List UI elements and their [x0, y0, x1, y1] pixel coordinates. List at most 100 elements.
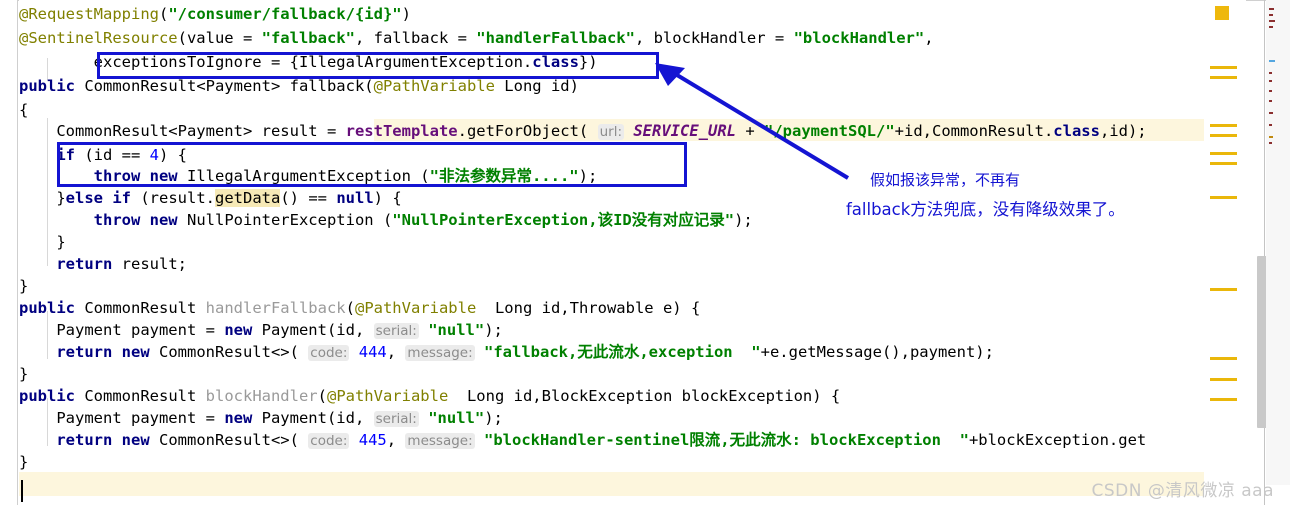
code-token: {	[19, 101, 29, 119]
code-token: +blockException.get	[968, 431, 1147, 449]
code-token: (	[158, 5, 169, 23]
code-token: result;	[112, 255, 187, 273]
code-line-8[interactable]: throw new IllegalArgumentException ("非法参…	[19, 164, 598, 188]
code-line-11[interactable]: }	[19, 230, 65, 254]
code-token: }	[19, 453, 29, 471]
code-token: if	[56, 146, 75, 164]
stripe-marker[interactable]	[1210, 378, 1237, 381]
code-line-4[interactable]: public CommonResult<Payment> fallback(@P…	[19, 74, 579, 98]
code-token: class	[532, 53, 579, 71]
code-line-14[interactable]: public CommonResult handlerFallback(@Pat…	[19, 296, 700, 320]
annotation-note-line-2: fallback方法兜底，没有降级效果了。	[846, 200, 1125, 219]
error-stripe-column[interactable]	[1204, 0, 1246, 505]
scrollbar-track[interactable]	[1264, 0, 1265, 505]
code-token: Long id,Throwable e) {	[476, 299, 701, 317]
stripe-marker[interactable]	[1210, 66, 1237, 69]
code-token: "null"	[428, 409, 485, 427]
code-token: throw new	[93, 167, 178, 185]
code-token: new	[224, 321, 253, 339]
code-token: ,	[386, 343, 406, 361]
code-token: return	[56, 255, 113, 273]
code-token: throw new	[93, 211, 178, 229]
code-token: CommonResult<Payment> fallback(	[75, 77, 374, 95]
code-line-20[interactable]: return new CommonResult<>( code: 445, me…	[19, 428, 1146, 452]
code-token: );	[578, 167, 598, 185]
code-line-16[interactable]: return new CommonResult<>( code: 444, me…	[19, 340, 994, 364]
code-token: IllegalArgumentException (	[177, 167, 430, 185]
code-line-3[interactable]: exceptionsToIgnore = {IllegalArgumentExc…	[19, 50, 598, 74]
code-token: code:	[308, 345, 350, 361]
code-token: "/consumer/fallback/{id}"	[168, 5, 402, 23]
code-line-12[interactable]: return result;	[19, 252, 187, 276]
code-token: Long id,BlockException blockException) {	[448, 387, 841, 405]
code-line-13[interactable]: }	[19, 274, 28, 298]
text-caret	[21, 480, 23, 502]
code-token: )	[401, 5, 411, 23]
code-token: ,id);	[1099, 122, 1147, 140]
code-token: +	[736, 122, 764, 140]
code-line-10[interactable]: throw new NullPointerException ("NullPoi…	[19, 208, 753, 232]
code-token: "NullPointerException,该ID没有对应记录"	[392, 211, 735, 229]
code-line-2[interactable]: @SentinelResource(value = "fallback", fa…	[19, 26, 934, 50]
code-token: null	[336, 189, 374, 207]
code-token: , blockHandler =	[634, 29, 794, 47]
code-token: );	[734, 211, 753, 229]
editor-gutter[interactable]	[0, 0, 18, 505]
code-token: 4	[149, 146, 159, 164]
code-token: , fallback =	[354, 29, 477, 47]
code-token: Payment(id,	[252, 321, 374, 339]
code-token: code:	[308, 433, 350, 449]
code-line-18[interactable]: public CommonResult blockHandler(@PathVa…	[19, 384, 840, 408]
code-editor[interactable]: @RequestMapping("/consumer/fallback/{id}…	[0, 0, 1290, 505]
stripe-marker-block[interactable]	[1215, 6, 1229, 20]
code-token: getData	[215, 189, 281, 207]
code-line-19[interactable]: Payment payment = new Payment(id, serial…	[19, 406, 503, 430]
code-line-17[interactable]: }	[19, 362, 28, 386]
stripe-marker[interactable]	[1210, 124, 1237, 127]
code-token: public	[19, 299, 75, 317]
stripe-marker[interactable]	[1210, 162, 1237, 165]
code-line-6[interactable]: CommonResult<Payment> result = restTempl…	[19, 119, 1147, 143]
code-token: new	[224, 409, 253, 427]
code-token: );	[484, 409, 503, 427]
code-token: })	[578, 53, 598, 71]
code-token: ,	[386, 431, 406, 449]
code-token: 444	[358, 343, 387, 361]
code-token: "非法参数异常...."	[429, 167, 579, 185]
code-token: .getForObject(	[457, 122, 598, 140]
stripe-marker[interactable]	[1210, 134, 1237, 137]
code-line-1[interactable]: @RequestMapping("/consumer/fallback/{id}…	[19, 2, 411, 26]
code-surface[interactable]: @RequestMapping("/consumer/fallback/{id}…	[19, 0, 1206, 505]
code-token: ) {	[373, 189, 402, 207]
code-line-15[interactable]: Payment payment = new Payment(id, serial…	[19, 318, 503, 342]
stripe-marker[interactable]	[1210, 152, 1237, 155]
stripe-marker[interactable]	[1210, 76, 1237, 79]
code-token: restTemplate	[345, 122, 458, 140]
stripe-marker[interactable]	[1210, 288, 1237, 291]
code-token: 445	[358, 431, 387, 449]
minimap-row	[1269, 80, 1272, 82]
code-line-21[interactable]: }	[19, 450, 28, 474]
code-token: @SentinelResource	[19, 29, 178, 47]
stripe-marker[interactable]	[1210, 398, 1237, 401]
code-minimap[interactable]	[1266, 0, 1290, 485]
code-token: @PathVariable	[354, 299, 477, 317]
code-token: blockHandler	[205, 387, 318, 405]
code-token: CommonResult<Payment> result =	[19, 122, 346, 140]
code-token: (id ==	[75, 146, 150, 164]
code-token: "blockHandler"	[793, 29, 925, 47]
stripe-marker[interactable]	[1210, 357, 1237, 360]
code-token: return new	[56, 431, 150, 449]
code-token: "blockHandler-sentinel限流,无此流水: blockExce…	[484, 431, 969, 449]
code-token: "/paymentSQL/"	[764, 122, 895, 140]
code-token: }	[19, 365, 29, 383]
code-token: class	[1053, 122, 1100, 140]
stripe-marker[interactable]	[1210, 196, 1237, 199]
code-line-9[interactable]: }else if (result.getData() == null) {	[19, 186, 402, 210]
